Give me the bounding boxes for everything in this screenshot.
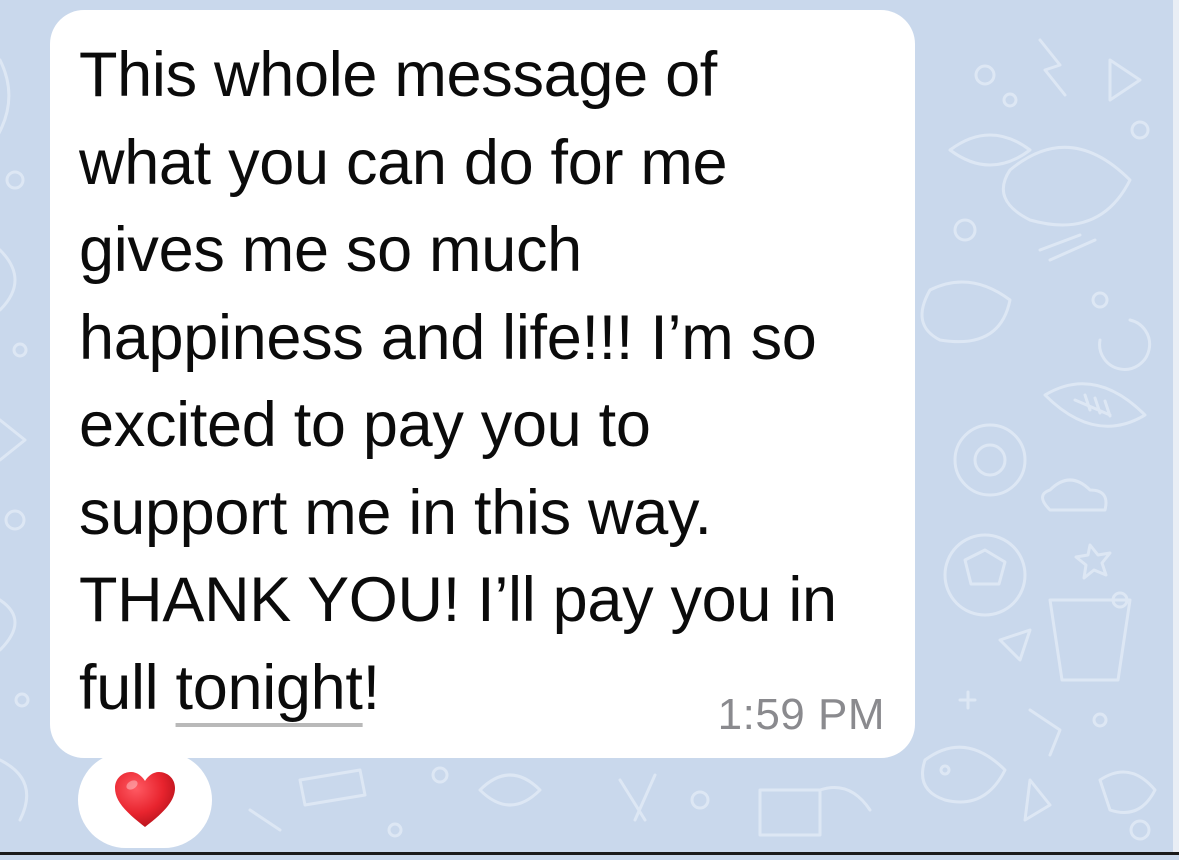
detected-date-link[interactable]: tonight	[176, 653, 363, 723]
reaction-badge[interactable]	[78, 752, 212, 848]
message-bubble[interactable]: This whole message of what you can do fo…	[50, 10, 915, 758]
message-text-fragment: !	[362, 652, 381, 723]
window-edge	[1173, 0, 1179, 855]
message-line: what you can do for me	[79, 127, 728, 198]
message-timestamp: 1:59 PM	[717, 690, 885, 739]
message-line: gives me so much	[79, 215, 582, 285]
heart-icon	[115, 772, 175, 827]
message-text: This whole message of what you can do fo…	[79, 32, 899, 732]
message-line: support me in this way.	[79, 477, 712, 548]
message-line: This whole message of	[79, 40, 718, 110]
message-text-fragment: full	[79, 652, 176, 723]
message-line: happiness and life!!! I’m so	[79, 302, 817, 373]
message-line: THANK YOU! I’ll pay you in	[79, 565, 837, 635]
message-line: excited to pay you to	[79, 390, 651, 460]
